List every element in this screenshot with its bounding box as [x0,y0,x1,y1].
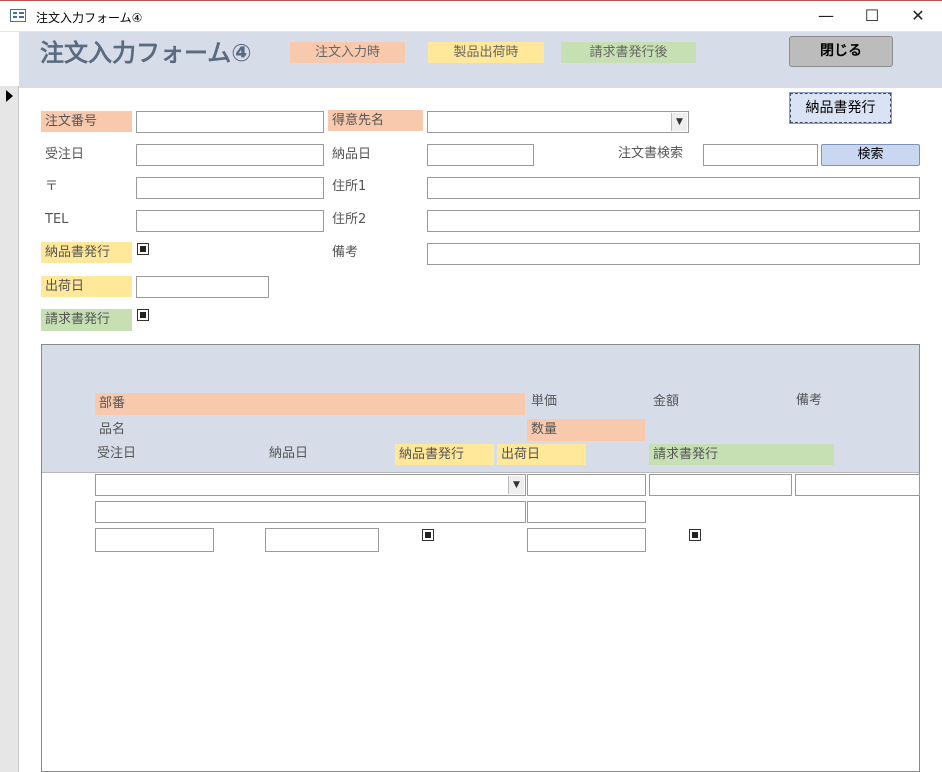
order-no-field[interactable] [136,111,324,133]
col-ship-date: 出荷日 [497,444,586,465]
address2-label: 住所2 [332,212,367,227]
ship-date-label: 出荷日 [41,276,132,297]
minimize-button[interactable]: — [803,0,849,31]
form-title: 注文入力フォーム④ [40,39,252,67]
col-product-name: 品名 [99,422,126,437]
subform-divider [42,472,919,473]
address1-label: 住所1 [332,179,367,194]
order-no-label: 注文番号 [41,111,132,132]
col-delivery-note: 納品書発行 [395,444,494,465]
chevron-down-icon[interactable]: ▼ [671,113,687,131]
col-amount: 金額 [653,394,680,409]
legend-order-entry: 注文入力時 [290,42,405,63]
search-button[interactable]: 検索 [821,144,920,166]
remarks-field[interactable] [427,243,920,265]
received-date-field[interactable] [136,144,324,166]
invoice-label: 請求書発行 [41,309,132,331]
address2-field[interactable] [427,210,920,232]
delivery-date-label: 納品日 [332,147,372,162]
tel-field[interactable] [136,210,324,232]
quantity-field[interactable] [527,501,646,523]
product-name-field[interactable] [95,501,526,523]
delivery-note-label: 納品書発行 [41,242,132,263]
remarks-label: 備考 [332,245,359,260]
col-unit-price: 単価 [531,394,558,409]
invoice-checkbox[interactable] [137,309,149,321]
close-window-button[interactable]: ✕ [895,0,941,31]
legend-shipping: 製品出荷時 [428,42,544,63]
delivery-note-checkbox[interactable] [137,243,149,255]
postal-field[interactable] [136,177,324,199]
part-no-combo[interactable]: ▼ [95,474,526,496]
col-invoice: 請求書発行 [649,444,834,465]
ship-date-field[interactable] [136,276,269,298]
address1-field[interactable] [427,177,920,199]
legend-invoice: 請求書発行後 [561,42,696,63]
col-received-date: 受注日 [97,446,137,461]
received-date-label: 受注日 [45,147,85,162]
form-icon [10,9,26,22]
close-form-button[interactable]: 閉じる [789,36,893,67]
postal-label: 〒 [45,179,59,194]
unit-price-field[interactable] [527,474,646,496]
col-delivery-date: 納品日 [269,446,309,461]
customer-label: 得意先名 [328,110,423,131]
order-search-label: 注文書検索 [618,146,684,161]
line-received-date-field[interactable] [95,528,214,552]
maximize-button[interactable]: ☐ [849,0,895,31]
line-delivery-date-field[interactable] [265,528,379,552]
col-part-no: 部番 [95,393,525,415]
customer-combo[interactable]: ▼ [427,111,689,133]
amount-field[interactable] [649,474,792,496]
line-ship-date-field[interactable] [527,528,646,552]
window-title: 注文入力フォーム④ [36,11,143,25]
delivery-date-field[interactable] [427,144,534,166]
order-search-input[interactable] [703,144,818,166]
line-remarks-field[interactable] [795,474,920,496]
line-invoice-checkbox[interactable] [689,529,701,541]
record-selector-strip[interactable] [0,86,19,772]
col-remarks: 備考 [796,393,823,408]
col-quantity: 数量 [527,419,645,441]
record-pointer-icon [6,90,13,102]
chevron-down-icon[interactable]: ▼ [508,476,524,494]
issue-delivery-note-button[interactable]: 納品書発行 [789,92,892,124]
line-delivery-note-checkbox[interactable] [422,529,434,541]
tel-label: TEL [45,212,69,227]
